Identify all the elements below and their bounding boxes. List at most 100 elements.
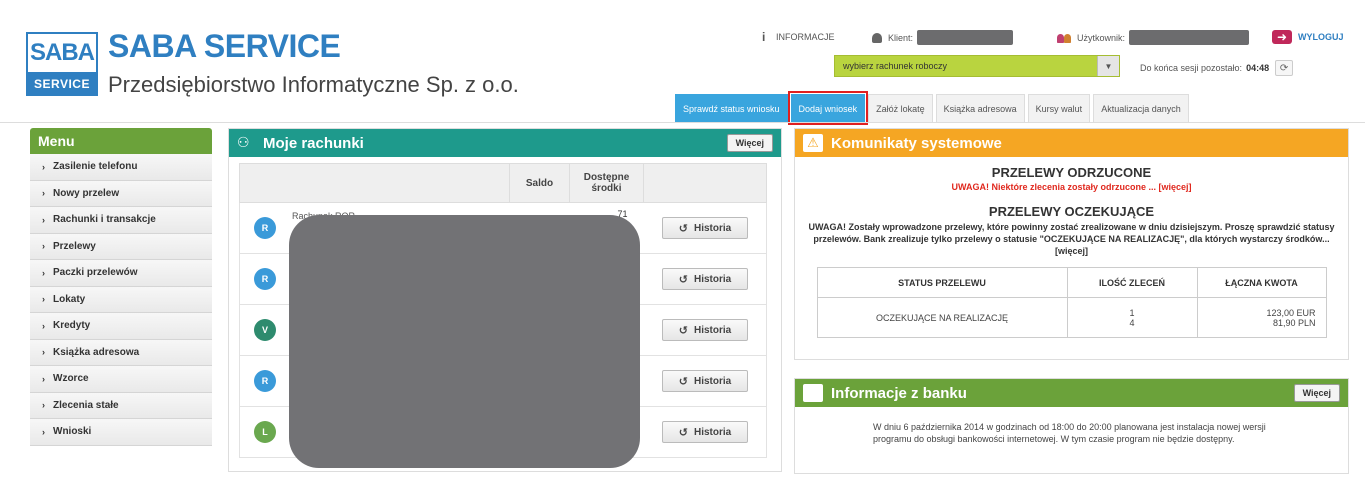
cell-count: 1 4	[1066, 297, 1198, 338]
brand-title: SABA SERVICE	[108, 28, 341, 64]
system-messages-panel: ⚠ Komunikaty systemowe PRZELEWY ODRZUCON…	[794, 128, 1349, 360]
brand-logo[interactable]: SABA SERVICE	[26, 32, 98, 104]
sidebar-item-standing-orders[interactable]: › Zlecenia stałe	[30, 392, 212, 419]
logout-icon: ➜	[1272, 30, 1292, 44]
history-button[interactable]: ↺ Historia	[662, 268, 748, 290]
users-icon	[1057, 33, 1071, 43]
menu-title: Menu	[30, 128, 212, 154]
bank-info-more-button[interactable]: Więcej	[1293, 384, 1340, 402]
system-messages-body: PRZELEWY ODRZUCONE UWAGA! Niektóre zlece…	[795, 157, 1348, 346]
tab-exchange-rates[interactable]: Kursy walut	[1027, 94, 1091, 122]
bank-info-title: Informacje z banku	[831, 384, 967, 402]
sidebar-item-label: Lokaty	[53, 293, 86, 305]
sidebar-item-deposits[interactable]: › Lokaty	[30, 286, 212, 313]
history-label: Historia	[693, 222, 732, 234]
sidebar-item-credits[interactable]: › Kredyty	[30, 313, 212, 340]
redaction-overlay	[289, 215, 640, 468]
header-divider	[0, 122, 1365, 123]
info-label: INFORMACJE	[776, 32, 835, 42]
col-available: Dostępne środki	[570, 164, 644, 202]
sidebar-item-templates[interactable]: › Wzorce	[30, 366, 212, 393]
history-button[interactable]: ↺ Historia	[662, 319, 748, 341]
system-messages-title: Komunikaty systemowe	[831, 134, 1002, 152]
sidebar-item-label: Rachunki i transakcje	[53, 214, 156, 226]
logo-bottom-text: SERVICE	[26, 72, 98, 96]
sidebar-item-label: Wnioski	[53, 426, 92, 438]
logout-button[interactable]: ➜ WYLOGUJ	[1272, 30, 1344, 44]
th-count: ILOŚĆ ZLECEŃ	[1066, 267, 1198, 298]
sidebar-item-label: Kredyty	[53, 320, 91, 332]
client-name-redacted	[917, 30, 1014, 45]
tab-address-book[interactable]: Książka adresowa	[935, 94, 1025, 122]
sidebar-item-requests[interactable]: › Wnioski	[30, 419, 212, 446]
chevron-right-icon: ›	[42, 267, 45, 278]
brand-subtitle: Przedsiębiorstwo Informatyczne Sp. z o.o…	[108, 72, 519, 97]
history-icon: ↺	[678, 273, 688, 286]
account-select[interactable]: wybierz rachunek roboczy ▼	[834, 55, 1120, 77]
rejected-warning-link[interactable]: UWAGA! Niektóre zlecenia zostały odrzuco…	[805, 182, 1338, 192]
sidebar-item-address-book[interactable]: › Książka adresowa	[30, 339, 212, 366]
chevron-right-icon: ›	[42, 241, 45, 252]
tab-open-deposit[interactable]: Załóż lokatę	[868, 94, 933, 122]
account-badge: R	[254, 217, 276, 239]
tab-check-status[interactable]: Sprawdź status wniosku	[675, 94, 788, 122]
sidebar-item-label: Wzorce	[53, 373, 89, 385]
account-badge: V	[254, 319, 276, 341]
sidebar-item-phone-topup[interactable]: › Zasilenie telefonu	[30, 154, 212, 181]
client-label: Klient:	[888, 32, 914, 43]
chevron-right-icon: ›	[42, 188, 45, 199]
client-field: Klient:	[872, 30, 1014, 45]
logout-label: WYLOGUJ	[1298, 32, 1344, 42]
sidebar-item-label: Nowy przelew	[53, 187, 120, 199]
accounts-title: Moje rachunki	[263, 134, 364, 152]
tab-add-request[interactable]: Dodaj wniosek	[787, 91, 869, 125]
sidebar-item-label: Książka adresowa	[53, 346, 140, 358]
table-row: OCZEKUJĄCE NA REALIZACJĘ 1 4 123,00 EUR …	[816, 297, 1327, 338]
system-messages-header: ⚠ Komunikaty systemowe	[795, 129, 1348, 157]
bank-info-panel: Informacje z banku Więcej W dniu 6 paźdz…	[794, 378, 1349, 474]
sidebar-item-transfer-packages[interactable]: › Paczki przelewów	[30, 260, 212, 287]
sidebar-item-new-transfer[interactable]: › Nowy przelew	[30, 180, 212, 207]
logo-top-text: SABA	[26, 32, 98, 72]
chevron-right-icon: ›	[42, 400, 45, 411]
th-amount: ŁĄCZNA KWOTA	[1196, 267, 1327, 298]
history-label: Historia	[693, 426, 732, 438]
history-label: Historia	[693, 273, 732, 285]
pending-text[interactable]: UWAGA! Zostały wprowadzone przelewy, któ…	[805, 221, 1338, 257]
info-link[interactable]: i INFORMACJE	[762, 30, 835, 44]
sidebar-item-label: Zlecenia stałe	[53, 399, 119, 411]
col-saldo: Saldo	[510, 164, 570, 202]
chevron-right-icon: ›	[42, 214, 45, 225]
sidebar-item-accounts[interactable]: › Rachunki i transakcje	[30, 207, 212, 234]
session-timer: Do końca sesji pozostało: 04:48 ⟳	[1140, 60, 1294, 76]
accounts-table-header: Saldo Dostępne środki	[239, 163, 767, 203]
user-label: Użytkownik:	[1077, 32, 1126, 43]
sidebar-menu: Menu › Zasilenie telefonu › Nowy przelew ›…	[30, 128, 212, 446]
chevron-right-icon: ›	[42, 161, 45, 172]
history-label: Historia	[693, 375, 732, 387]
history-icon: ↺	[678, 426, 688, 439]
refresh-session-icon[interactable]: ⟳	[1275, 60, 1294, 76]
accounts-panel-header: ⚇ Moje rachunki Więcej	[229, 129, 781, 157]
chevron-right-icon: ›	[42, 426, 45, 437]
history-button[interactable]: ↺ Historia	[662, 217, 748, 239]
chevron-right-icon: ›	[42, 347, 45, 358]
sidebar-item-label: Zasilenie telefonu	[53, 161, 138, 173]
pending-title: PRZELEWY OCZEKUJĄCE	[988, 204, 1155, 219]
session-label: Do końca sesji pozostało:	[1140, 63, 1243, 73]
accounts-more-button[interactable]: Więcej	[726, 134, 773, 152]
th-status: STATUS PRZELEWU	[816, 267, 1068, 298]
info-icon: i	[762, 30, 766, 44]
bank-info-text: W dniu 6 października 2014 w godzinach o…	[873, 422, 1266, 444]
user-icon	[872, 32, 882, 43]
history-label: Historia	[693, 324, 732, 336]
chevron-down-icon[interactable]: ▼	[1097, 56, 1119, 76]
history-button[interactable]: ↺ Historia	[662, 421, 748, 443]
chevron-right-icon: ›	[42, 294, 45, 305]
session-time: 04:48	[1246, 63, 1270, 73]
history-button[interactable]: ↺ Historia	[662, 370, 748, 392]
action-tabs: Sprawdź status wniosku Dodaj wniosek Zał…	[675, 91, 1192, 125]
tab-update-data[interactable]: Aktualizacja danych	[1093, 94, 1189, 122]
sidebar-item-transfers[interactable]: › Przelewy	[30, 233, 212, 260]
history-icon: ↺	[678, 324, 688, 337]
